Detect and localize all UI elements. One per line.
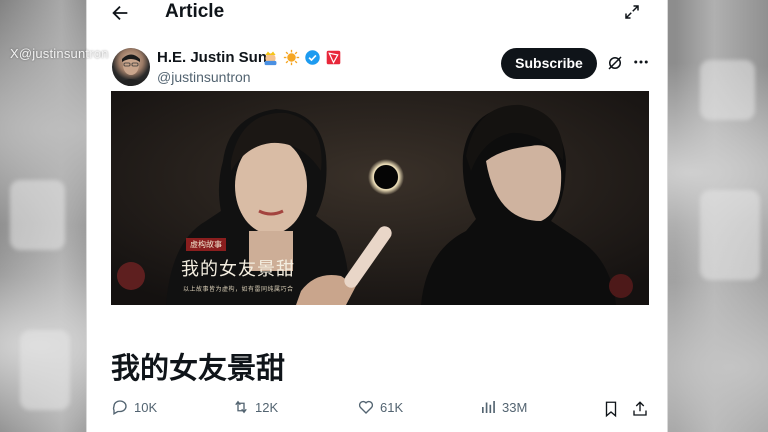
expand-icon[interactable] — [623, 3, 641, 21]
royal-emoji-icon — [264, 51, 277, 66]
repost-button[interactable]: 12K — [232, 398, 278, 416]
article-title: 我的女友景甜 — [111, 351, 286, 385]
action-bar: 10K 12K 61K 33M — [87, 398, 667, 422]
cover-title: 我的女友景甜 — [181, 259, 295, 280]
heart-icon — [358, 400, 374, 414]
sun-emoji-icon — [283, 49, 300, 66]
avatar[interactable] — [112, 48, 150, 86]
more-options-icon[interactable] — [632, 53, 650, 71]
like-button[interactable]: 61K — [357, 398, 403, 416]
background-shape — [10, 180, 65, 250]
bookmark-icon[interactable] — [602, 400, 620, 418]
tron-logo-icon — [326, 50, 341, 65]
author-name[interactable]: H.E. Justin Sun — [157, 49, 267, 66]
top-bar: Article — [87, 0, 667, 26]
cover-caption: 以上故事皆为虚构，如有雷同纯属巧合 — [183, 286, 294, 293]
background-shape — [700, 190, 760, 280]
verified-badge-icon — [305, 50, 320, 65]
background-shape — [20, 330, 70, 410]
page-title: Article — [165, 1, 225, 22]
back-arrow-icon[interactable] — [109, 2, 131, 24]
like-count: 61K — [380, 399, 404, 415]
author-badges — [262, 49, 342, 66]
grok-icon[interactable] — [606, 54, 624, 72]
author-handle[interactable]: @justinsuntron — [157, 69, 251, 85]
views-button[interactable]: 33M — [479, 398, 527, 416]
analytics-icon — [482, 401, 495, 413]
article-cover-image[interactable]: 虚构故事 我的女友景甜 以上故事皆为虚构，如有雷同纯属巧合 — [111, 91, 649, 305]
reply-button[interactable]: 10K — [111, 398, 157, 416]
repost-count: 12K — [255, 399, 279, 415]
cover-tag: 虚构故事 — [186, 238, 226, 251]
share-icon[interactable] — [631, 400, 649, 418]
reply-icon — [112, 400, 127, 415]
repost-icon — [235, 400, 247, 414]
reply-count: 10K — [134, 399, 158, 415]
article-card: Article H.E. Justin Sun @justinsuntron S… — [86, 0, 668, 432]
subscribe-button[interactable]: Subscribe — [501, 48, 597, 79]
background-shape — [700, 60, 755, 120]
view-count: 33M — [502, 399, 528, 415]
watermark: X@justinsuntron — [10, 46, 109, 61]
